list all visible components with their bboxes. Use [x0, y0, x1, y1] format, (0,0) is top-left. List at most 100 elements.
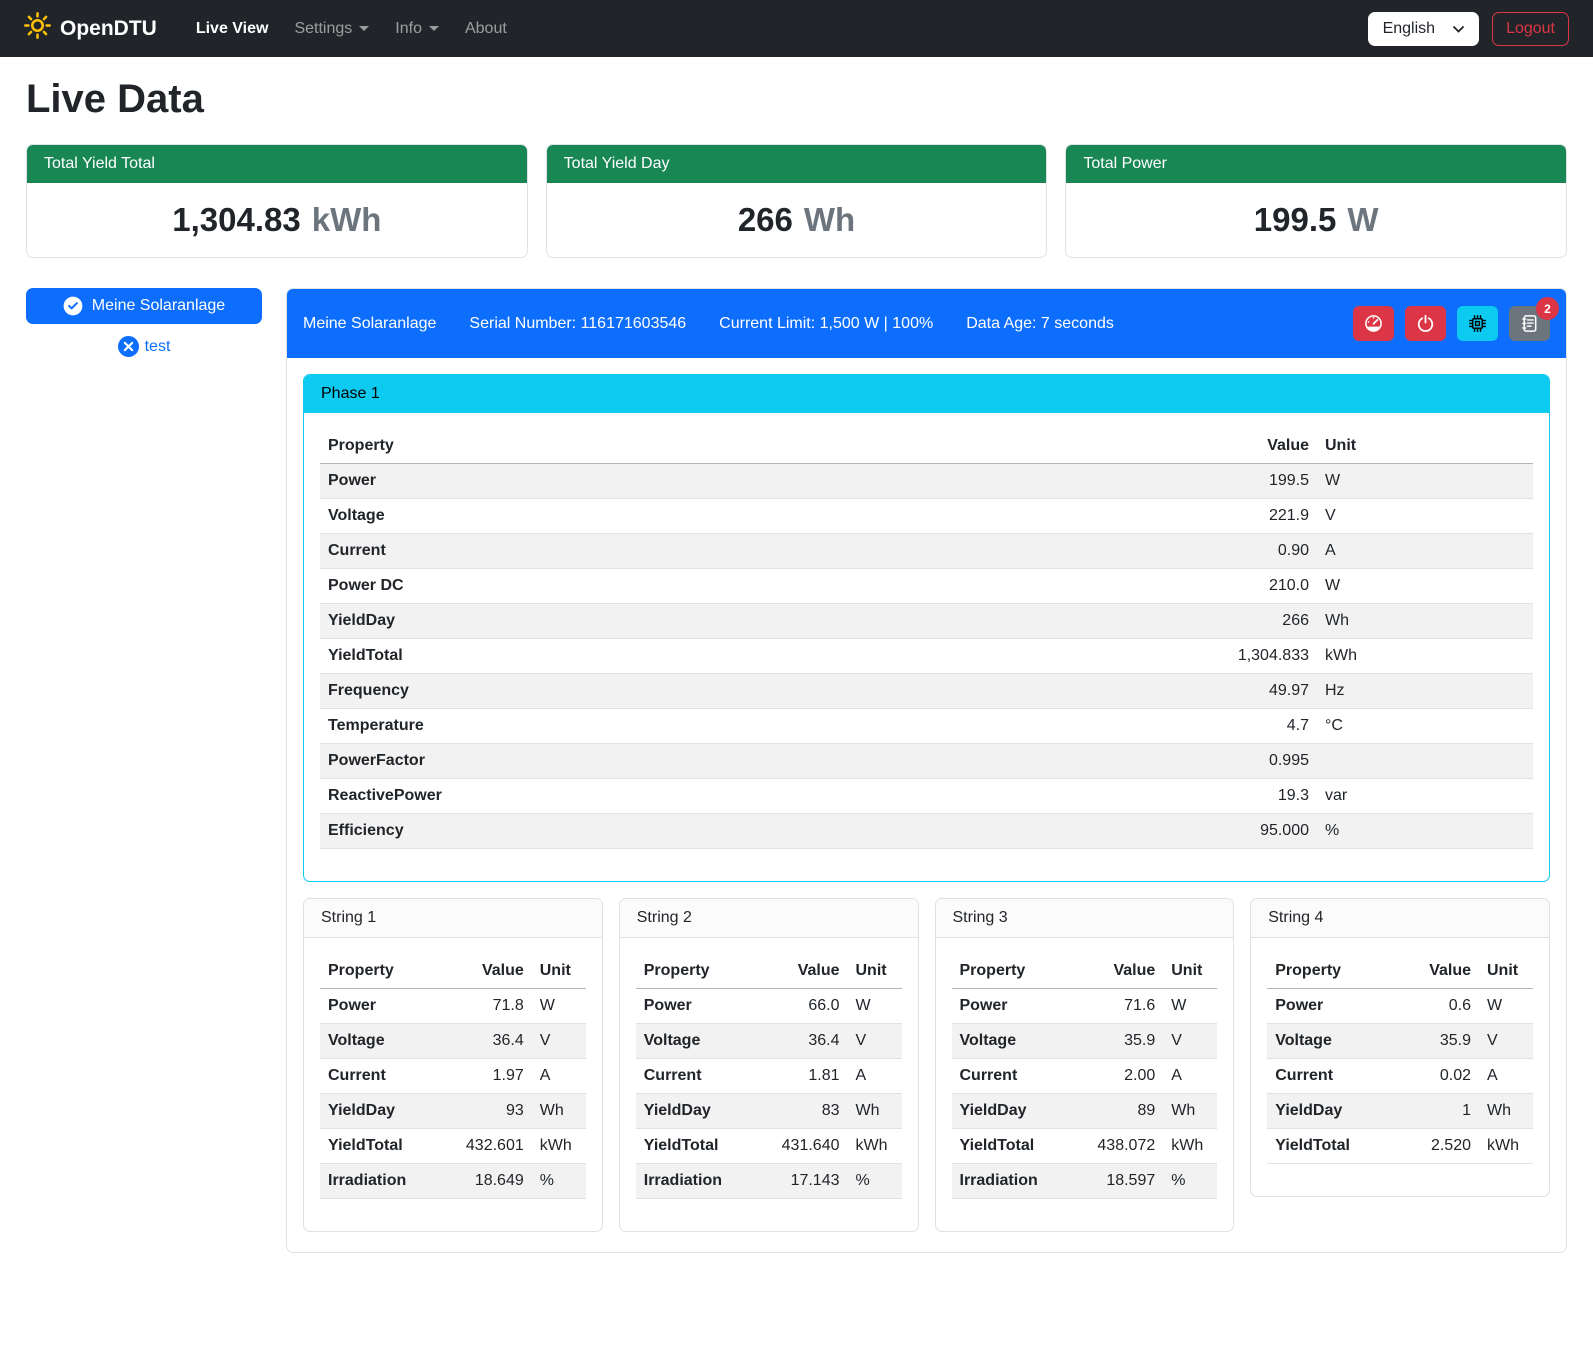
table-row: Voltage221.9V [320, 499, 1533, 534]
unit-cell: V [532, 1024, 586, 1059]
table-row: YieldDay83Wh [636, 1094, 902, 1129]
nav-item-live-view[interactable]: Live View [183, 12, 282, 46]
property-cell: Power [952, 989, 1072, 1024]
nav-item-settings[interactable]: Settings [281, 12, 382, 46]
value-cell: 0.90 [1197, 534, 1317, 569]
device-info-button[interactable] [1457, 306, 1498, 341]
column-header-unit: Unit [1479, 954, 1533, 989]
card-unit: Wh [804, 201, 855, 239]
string-card: String 1 Property Value Unit Power71.8WV… [303, 898, 603, 1232]
column-header-unit: Unit [532, 954, 586, 989]
value-cell: 0.02 [1387, 1059, 1479, 1094]
property-cell: Irradiation [636, 1164, 756, 1199]
property-cell: YieldTotal [952, 1129, 1072, 1164]
inverter-name: Meine Solaranlage [303, 315, 436, 333]
string-card-body: Property Value Unit Power0.6WVoltage35.9… [1251, 938, 1549, 1196]
nav-links: Live View Settings Info About [183, 12, 520, 46]
table-header-row: Property Value Unit [1267, 954, 1533, 989]
table-row: ReactivePower19.3var [320, 779, 1533, 814]
value-cell: 35.9 [1387, 1024, 1479, 1059]
table-row: Current2.00A [952, 1059, 1218, 1094]
inverter-selected-button[interactable]: Meine Solaranlage [26, 288, 262, 324]
card-unit: W [1347, 201, 1378, 239]
page-container: Live Data Total Yield Total 1,304.83 kWh… [0, 57, 1593, 1277]
card-body: 1,304.83 kWh [27, 183, 527, 257]
column-header-property: Property [952, 954, 1072, 989]
cpu-icon [1468, 314, 1487, 333]
inverter-other-button[interactable]: test [112, 335, 177, 358]
property-cell: YieldDay [1267, 1094, 1387, 1129]
string-card-header: String 2 [620, 899, 918, 938]
unit-cell: % [1163, 1164, 1217, 1199]
inverter-card-header: Meine Solaranlage Serial Number: 1161716… [287, 289, 1566, 358]
table-row: Voltage36.4V [320, 1024, 586, 1059]
string-card-header: String 1 [304, 899, 602, 938]
table-row: Current0.02A [1267, 1059, 1533, 1094]
language-select[interactable]: English [1368, 12, 1479, 46]
value-cell: 18.649 [440, 1164, 532, 1199]
value-cell: 1,304.833 [1197, 639, 1317, 674]
limit-settings-button[interactable] [1353, 306, 1394, 341]
unit-cell: % [532, 1164, 586, 1199]
unit-cell: % [1317, 814, 1533, 849]
speedometer-icon [1364, 314, 1383, 333]
table-row: Current1.97A [320, 1059, 586, 1094]
value-cell: 431.640 [756, 1129, 848, 1164]
property-cell: YieldTotal [636, 1129, 756, 1164]
unit-cell: °C [1317, 709, 1533, 744]
table-row: Power66.0W [636, 989, 902, 1024]
unit-cell: A [1317, 534, 1533, 569]
property-cell: YieldDay [320, 1094, 440, 1129]
property-cell: Efficiency [320, 814, 1197, 849]
property-cell: Voltage [320, 1024, 440, 1059]
unit-cell: V [1163, 1024, 1217, 1059]
table-row: Power71.8W [320, 989, 586, 1024]
value-cell: 199.5 [1197, 464, 1317, 499]
unit-cell: Wh [532, 1094, 586, 1129]
table-row: YieldTotal438.072kWh [952, 1129, 1218, 1164]
property-cell: Power [1267, 989, 1387, 1024]
unit-cell: kWh [1479, 1129, 1533, 1164]
string-table: Property Value Unit Power71.8WVoltage36.… [320, 954, 586, 1199]
value-cell: 83 [756, 1094, 848, 1129]
table-row: YieldDay266Wh [320, 604, 1533, 639]
value-cell: 432.601 [440, 1129, 532, 1164]
property-cell: YieldTotal [320, 1129, 440, 1164]
unit-cell: V [1317, 499, 1533, 534]
event-count-badge: 2 [1536, 297, 1559, 320]
value-cell: 438.072 [1071, 1129, 1163, 1164]
brand[interactable]: OpenDTU [24, 12, 157, 45]
value-cell: 36.4 [756, 1024, 848, 1059]
event-log-button[interactable]: 2 [1509, 306, 1550, 341]
string-table: Property Value Unit Power66.0WVoltage36.… [636, 954, 902, 1199]
inverter-selected-label: Meine Solaranlage [92, 297, 225, 315]
nav-right: English Logout [1368, 12, 1569, 46]
table-row: Power199.5W [320, 464, 1533, 499]
string-card: String 2 Property Value Unit Power66.0WV… [619, 898, 919, 1232]
value-cell: 49.97 [1197, 674, 1317, 709]
card-unit: kWh [312, 201, 382, 239]
table-row: Current1.81A [636, 1059, 902, 1094]
unit-cell: Wh [1163, 1094, 1217, 1129]
phase-table: Property Value Unit Power199.5WVoltage22… [320, 429, 1533, 849]
nav-item-info[interactable]: Info [382, 12, 452, 46]
card-body: 199.5 W [1066, 183, 1566, 257]
table-row: Temperature4.7°C [320, 709, 1533, 744]
phase-card-body: Property Value Unit Power199.5WVoltage22… [304, 413, 1549, 881]
power-button[interactable] [1405, 306, 1446, 341]
column-header-property: Property [320, 954, 440, 989]
unit-cell: A [848, 1059, 902, 1094]
nav-item-about[interactable]: About [452, 12, 520, 46]
unit-cell: kWh [532, 1129, 586, 1164]
logout-button[interactable]: Logout [1492, 12, 1569, 46]
value-cell: 18.597 [1071, 1164, 1163, 1199]
value-cell: 71.8 [440, 989, 532, 1024]
journal-text-icon [1520, 314, 1539, 333]
value-cell: 0.6 [1387, 989, 1479, 1024]
property-cell: YieldTotal [1267, 1129, 1387, 1164]
property-cell: PowerFactor [320, 744, 1197, 779]
property-cell: ReactivePower [320, 779, 1197, 814]
value-cell: 1.97 [440, 1059, 532, 1094]
property-cell: YieldTotal [320, 639, 1197, 674]
table-header-row: Property Value Unit [320, 954, 586, 989]
